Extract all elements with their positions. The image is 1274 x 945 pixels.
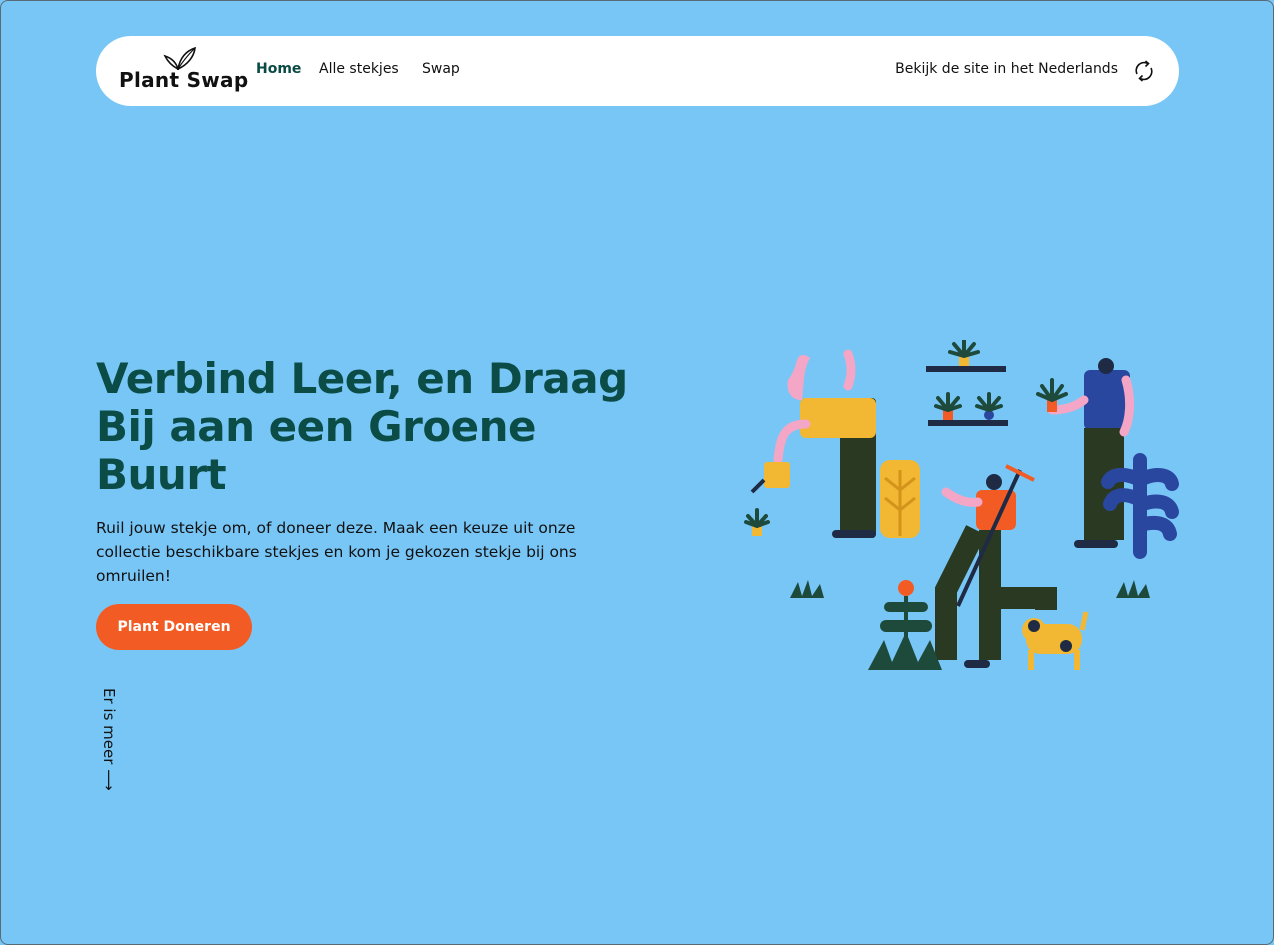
leaf-icon	[163, 46, 196, 70]
potted-plant-icon	[948, 340, 980, 366]
nav-link-swap[interactable]: Swap	[422, 61, 460, 77]
gardening-people-illustration	[744, 340, 1179, 670]
plant-doneren-button[interactable]: Plant Doneren	[96, 604, 252, 650]
hero-description: Ruil jouw stekje om, of doneer deze. Maa…	[96, 519, 577, 585]
nav-link-alle-stekjes[interactable]: Alle stekjes	[319, 61, 399, 77]
logo-text: Plant Swap	[119, 68, 249, 92]
logo[interactable]: Plant Swap	[119, 44, 248, 96]
language-link[interactable]: Bekijk de site in het Nederlands	[895, 61, 1118, 77]
hero-title: Verbind Leer, en Draag Bij aan een Groen…	[96, 354, 628, 499]
navbar: Plant Swap Home Alle stekjes Swap Bekijk…	[96, 36, 1179, 106]
nav-link-home[interactable]: Home	[256, 61, 301, 77]
refresh-icon[interactable]	[1131, 58, 1157, 84]
more-link[interactable]: Er is meer ⟶	[100, 688, 118, 791]
